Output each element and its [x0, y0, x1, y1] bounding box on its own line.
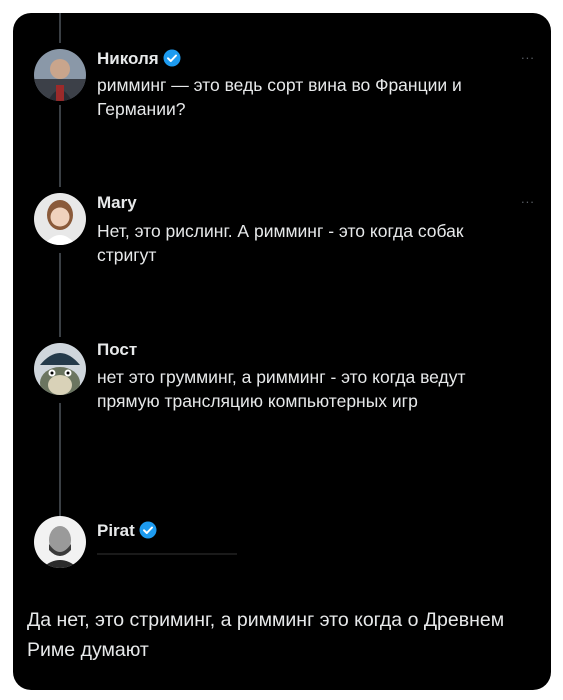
post-text: Нет, это рислинг. А римминг - это когда …	[97, 221, 464, 265]
post-text: нет это грумминг, а римминг - это когда …	[97, 367, 466, 411]
author-name[interactable]: Пост	[97, 340, 137, 360]
verified-badge-icon	[163, 49, 181, 72]
thread-line	[59, 13, 61, 43]
reply-text: Да нет, это стриминг, а римминг это когд…	[27, 609, 505, 661]
thread-line	[59, 403, 61, 517]
author-name[interactable]: Mary	[97, 193, 137, 213]
blurred-text	[97, 553, 237, 555]
author-name[interactable]: Pirat	[97, 521, 157, 544]
verified-badge-icon	[139, 521, 157, 544]
author-name[interactable]: Николя	[97, 49, 181, 72]
thread-card: Николя ... римминг — это ведь сорт вина …	[13, 13, 551, 690]
thread-line	[59, 105, 61, 187]
avatar-nikolya[interactable]	[34, 49, 86, 101]
avatar-post[interactable]	[34, 343, 86, 395]
more-options-icon[interactable]: ...	[521, 191, 535, 206]
more-options-icon[interactable]: ...	[521, 47, 535, 62]
post-text: римминг — это ведь сорт вина во Франции …	[97, 75, 462, 119]
avatar-mary[interactable]	[34, 193, 86, 245]
avatar-pirat[interactable]	[34, 516, 86, 568]
thread-line	[59, 253, 61, 337]
